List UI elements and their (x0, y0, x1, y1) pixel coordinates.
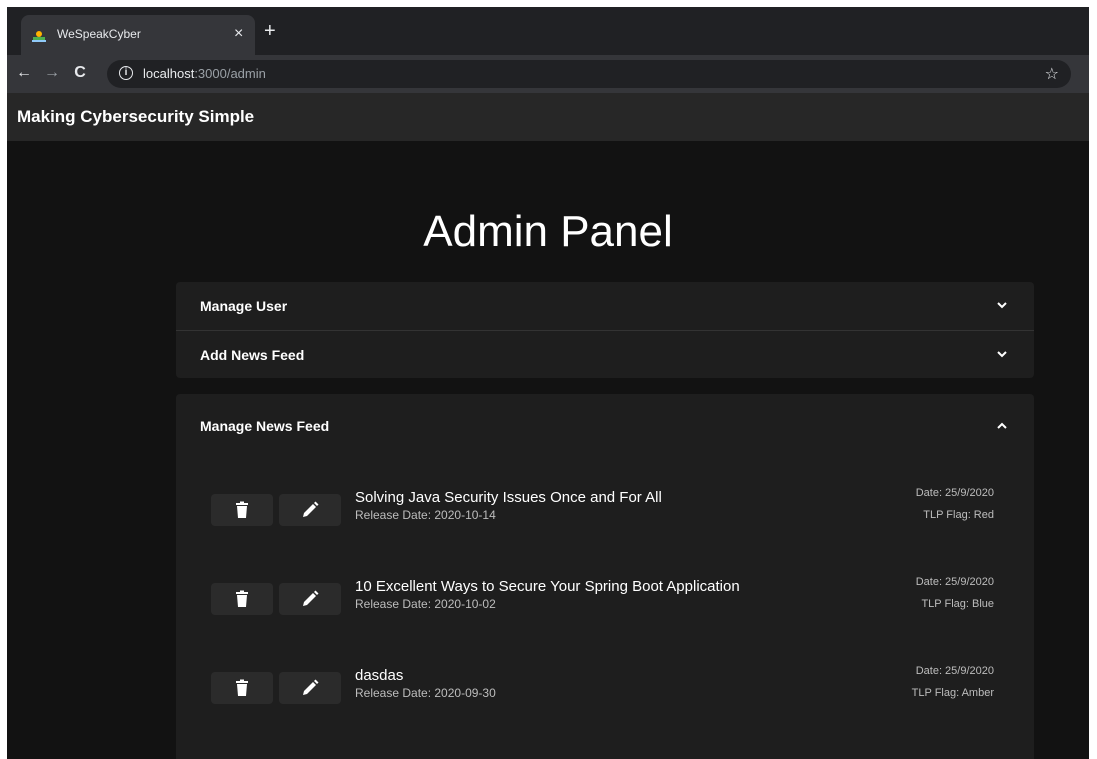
news-title: 10 Excellent Ways to Secure Your Spring … (355, 578, 740, 595)
trash-icon (236, 501, 248, 518)
trash-icon (236, 590, 248, 607)
news-release-date: Release Date: 2020-09-30 (355, 686, 496, 700)
news-title: Solving Java Security Issues Once and Fo… (355, 489, 662, 506)
delete-button[interactable] (211, 672, 273, 704)
edit-button[interactable] (279, 494, 341, 526)
panel-label: Manage User (200, 298, 288, 314)
panel-label: Manage News Feed (200, 418, 330, 434)
chevron-down-icon (997, 302, 1007, 309)
chevron-down-icon (997, 351, 1007, 358)
pencil-icon (303, 590, 319, 606)
trash-icon (236, 679, 248, 696)
bookmark-star-icon[interactable]: ☆ (1045, 64, 1059, 84)
browser-toolbar: ← → C i localhost:3000/admin ☆ (7, 55, 1089, 93)
site-favicon-icon (32, 31, 46, 42)
app-title: Making Cybersecurity Simple (17, 107, 255, 126)
accordion-group: Manage User Add News Feed (176, 282, 1034, 378)
address-bar[interactable]: i localhost:3000/admin ☆ (107, 60, 1071, 88)
news-tlp-flag: TLP Flag: Blue (921, 598, 994, 610)
news-release-date: Release Date: 2020-10-02 (355, 597, 496, 611)
reload-icon[interactable]: C (69, 62, 91, 84)
panel-manage-news-feed: Manage News Feed Solving Java Security I… (176, 394, 1034, 759)
edit-button[interactable] (279, 583, 341, 615)
news-release-date: Release Date: 2020-10-14 (355, 508, 496, 522)
browser-tab[interactable]: WeSpeakCyber × (21, 15, 255, 55)
panel-manage-news-feed-header[interactable]: Manage News Feed (176, 394, 1034, 458)
panel-manage-user-header[interactable]: Manage User (176, 282, 1034, 330)
delete-button[interactable] (211, 494, 273, 526)
page-title: Admin Panel (423, 207, 673, 256)
news-item: dasdas Release Date: 2020-09-30 Date: 25… (176, 665, 1034, 732)
tab-title: WeSpeakCyber (57, 27, 141, 41)
new-tab-icon[interactable]: + (264, 21, 276, 41)
news-date: Date: 25/9/2020 (915, 576, 994, 588)
browser-window: WeSpeakCyber × + ← → C i localhost:3000/… (7, 7, 1089, 759)
news-date: Date: 25/9/2020 (915, 487, 994, 499)
url-text[interactable]: localhost:3000/admin (143, 66, 266, 81)
news-tlp-flag: TLP Flag: Red (923, 509, 994, 521)
site-info-icon[interactable]: i (119, 66, 133, 80)
url-host: localhost (143, 66, 195, 81)
edit-button[interactable] (279, 672, 341, 704)
delete-button[interactable] (211, 583, 273, 615)
forward-icon[interactable]: → (41, 62, 63, 84)
news-item: Solving Java Security Issues Once and Fo… (176, 487, 1034, 554)
pencil-icon (303, 501, 319, 517)
news-date: Date: 25/9/2020 (915, 665, 994, 677)
news-item: 10 Excellent Ways to Secure Your Spring … (176, 576, 1034, 643)
tab-strip: WeSpeakCyber × + (7, 7, 1089, 55)
chevron-up-icon (997, 422, 1007, 429)
url-path: :3000/admin (194, 66, 266, 81)
panel-label: Add News Feed (200, 347, 305, 363)
pencil-icon (303, 679, 319, 695)
panel-add-news-feed-header[interactable]: Add News Feed (176, 330, 1034, 378)
news-tlp-flag: TLP Flag: Amber (911, 687, 994, 699)
news-title: dasdas (355, 667, 404, 684)
back-icon[interactable]: ← (13, 62, 35, 84)
tab-close-icon[interactable]: × (234, 24, 243, 44)
app-bar: Making Cybersecurity Simple (7, 93, 1089, 141)
